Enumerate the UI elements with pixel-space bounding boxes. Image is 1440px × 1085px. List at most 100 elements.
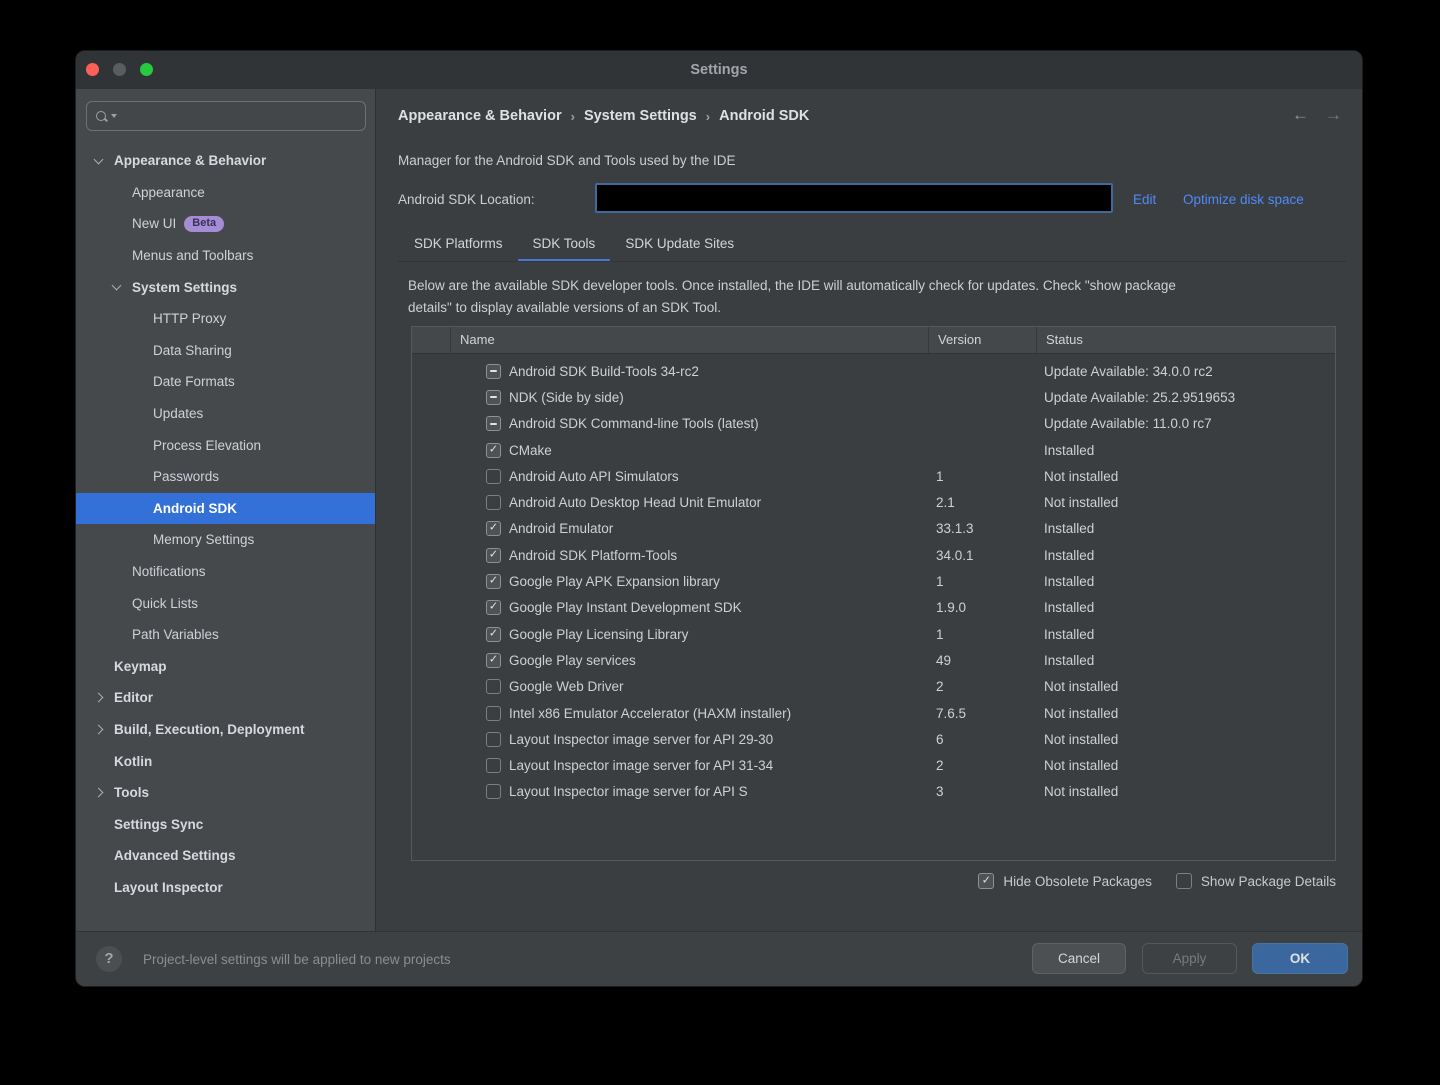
table-row[interactable]: ✓Android SDK Platform-Tools34.0.1Install…: [412, 542, 1335, 568]
column-status: Status: [1036, 327, 1335, 353]
cancel-button[interactable]: Cancel: [1032, 943, 1126, 974]
sidebar-item-http-proxy[interactable]: HTTP Proxy: [76, 303, 375, 335]
sidebar-item-label: New UI: [132, 216, 176, 231]
sidebar-item-keymap[interactable]: Keymap: [76, 651, 375, 683]
table-row[interactable]: Android SDK Command-line Tools (latest)U…: [412, 411, 1335, 437]
breadcrumb-item-system-settings[interactable]: System Settings: [584, 108, 697, 124]
package-status: Not installed: [1036, 679, 1335, 694]
check-icon: ✓: [489, 576, 498, 587]
table-row[interactable]: Android Auto API Simulators1Not installe…: [412, 463, 1335, 489]
row-checkbox[interactable]: [486, 495, 501, 510]
row-checkbox[interactable]: [486, 732, 501, 747]
sidebar-item-kotlin[interactable]: Kotlin: [76, 745, 375, 777]
sidebar-item-path-variables[interactable]: Path Variables: [76, 619, 375, 651]
row-checkbox[interactable]: ✓: [486, 653, 501, 668]
sidebar-item-new-ui[interactable]: New UIBeta: [76, 208, 375, 240]
check-icon: ✓: [489, 523, 498, 534]
table-row[interactable]: Intel x86 Emulator Accelerator (HAXM ins…: [412, 700, 1335, 726]
package-view-options: ✓Hide Obsolete Packages Show Package Deta…: [411, 873, 1336, 889]
table-row[interactable]: ✓Google Play Licensing Library1Installed: [412, 621, 1335, 647]
row-checkbox[interactable]: ✓: [486, 521, 501, 536]
row-checkbox[interactable]: [486, 390, 501, 405]
row-checkbox[interactable]: [486, 364, 501, 379]
project-settings-hint: Project-level settings will be applied t…: [143, 932, 451, 987]
sidebar-item-tools[interactable]: Tools: [76, 777, 375, 809]
table-row[interactable]: ✓Google Play Instant Development SDK1.9.…: [412, 595, 1335, 621]
table-row[interactable]: Google Web Driver2Not installed: [412, 674, 1335, 700]
sidebar-item-editor[interactable]: Editor: [76, 682, 375, 714]
sidebar-item-passwords[interactable]: Passwords: [76, 461, 375, 493]
sidebar-item-process-elevation[interactable]: Process Elevation: [76, 429, 375, 461]
table-row[interactable]: Layout Inspector image server for API S3…: [412, 779, 1335, 805]
sidebar-item-layout-inspector[interactable]: Layout Inspector: [76, 872, 375, 904]
breadcrumb-item-android-sdk[interactable]: Android SDK: [719, 108, 809, 124]
sidebar-item-appearance-behavior[interactable]: Appearance & Behavior: [76, 145, 375, 177]
table-row[interactable]: ✓Android Emulator33.1.3Installed: [412, 516, 1335, 542]
row-checkbox[interactable]: [486, 469, 501, 484]
option-show-package-details[interactable]: Show Package Details: [1176, 873, 1336, 889]
row-checkbox[interactable]: [486, 416, 501, 431]
table-row[interactable]: ✓Google Play services49Installed: [412, 647, 1335, 673]
sdk-location-field[interactable]: [595, 183, 1113, 213]
row-checkbox[interactable]: [486, 706, 501, 721]
row-checkbox[interactable]: ✓: [486, 443, 501, 458]
sidebar-item-data-sharing[interactable]: Data Sharing: [76, 335, 375, 367]
help-icon[interactable]: ?: [96, 946, 122, 972]
package-status: Installed: [1036, 653, 1335, 668]
search-options-caret-icon[interactable]: [111, 114, 117, 118]
optimize-disk-space-link[interactable]: Optimize disk space: [1183, 192, 1304, 207]
sidebar-item-label: Quick Lists: [132, 596, 198, 611]
sidebar-item-menus-and-toolbars[interactable]: Menus and Toolbars: [76, 240, 375, 272]
row-checkbox[interactable]: ✓: [486, 600, 501, 615]
row-checkbox[interactable]: ✓: [486, 574, 501, 589]
sidebar-item-notifications[interactable]: Notifications: [76, 556, 375, 588]
sidebar-item-settings-sync[interactable]: Settings Sync: [76, 808, 375, 840]
chevron-down-icon[interactable]: [94, 154, 104, 164]
chevron-right-icon[interactable]: [94, 693, 104, 703]
option-checkbox[interactable]: ✓: [978, 873, 994, 889]
table-row[interactable]: ✓Google Play APK Expansion library1Insta…: [412, 568, 1335, 594]
package-name: Android SDK Command-line Tools (latest): [509, 416, 759, 431]
chevron-right-icon[interactable]: [94, 725, 104, 735]
sidebar-item-label: Process Elevation: [153, 438, 261, 453]
package-name: Google Play Licensing Library: [509, 627, 688, 642]
apply-button[interactable]: Apply: [1142, 943, 1237, 974]
table-row[interactable]: Layout Inspector image server for API 31…: [412, 752, 1335, 778]
breadcrumb-item-appearance-behavior[interactable]: Appearance & Behavior: [398, 108, 562, 124]
sidebar-item-android-sdk[interactable]: Android SDK: [76, 493, 375, 525]
edit-link[interactable]: Edit: [1133, 192, 1156, 207]
option-checkbox[interactable]: [1176, 873, 1192, 889]
chevron-down-icon[interactable]: [112, 281, 122, 291]
sidebar-item-appearance[interactable]: Appearance: [76, 177, 375, 209]
ok-button[interactable]: OK: [1252, 943, 1348, 974]
row-checkbox[interactable]: [486, 784, 501, 799]
sidebar-item-quick-lists[interactable]: Quick Lists: [76, 587, 375, 619]
tab-sdk-platforms[interactable]: SDK Platforms: [399, 229, 518, 262]
chevron-right-icon[interactable]: [94, 788, 104, 798]
sidebar-item-build-execution-deployment[interactable]: Build, Execution, Deployment: [76, 714, 375, 746]
tab-sdk-tools[interactable]: SDK Tools: [518, 229, 611, 262]
table-row[interactable]: NDK (Side by side)Update Available: 25.2…: [412, 384, 1335, 410]
row-checkbox[interactable]: ✓: [486, 627, 501, 642]
row-checkbox[interactable]: ✓: [486, 548, 501, 563]
forward-arrow-icon[interactable]: →: [1325, 105, 1342, 125]
table-row[interactable]: Android Auto Desktop Head Unit Emulator2…: [412, 489, 1335, 515]
row-checkbox[interactable]: [486, 758, 501, 773]
title-bar: Settings: [76, 51, 1362, 89]
package-name: Android Auto API Simulators: [509, 469, 679, 484]
row-checkbox[interactable]: [486, 679, 501, 694]
table-row[interactable]: Layout Inspector image server for API 29…: [412, 726, 1335, 752]
sidebar-item-advanced-settings[interactable]: Advanced Settings: [76, 840, 375, 872]
package-version: 1.9.0: [928, 600, 1036, 615]
sidebar-item-memory-settings[interactable]: Memory Settings: [76, 524, 375, 556]
sidebar-item-date-formats[interactable]: Date Formats: [76, 366, 375, 398]
table-row[interactable]: ✓CMakeInstalled: [412, 437, 1335, 463]
search-input[interactable]: [86, 101, 366, 131]
sidebar-item-system-settings[interactable]: System Settings: [76, 271, 375, 303]
back-arrow-icon[interactable]: ←: [1292, 105, 1309, 125]
option-hide-obsolete-packages[interactable]: ✓Hide Obsolete Packages: [978, 873, 1152, 889]
sidebar-item-updates[interactable]: Updates: [76, 398, 375, 430]
tab-sdk-update-sites[interactable]: SDK Update Sites: [610, 229, 749, 262]
table-row[interactable]: Android SDK Build-Tools 34-rc2Update Ava…: [412, 358, 1335, 384]
sidebar-item-label: Data Sharing: [153, 343, 232, 358]
